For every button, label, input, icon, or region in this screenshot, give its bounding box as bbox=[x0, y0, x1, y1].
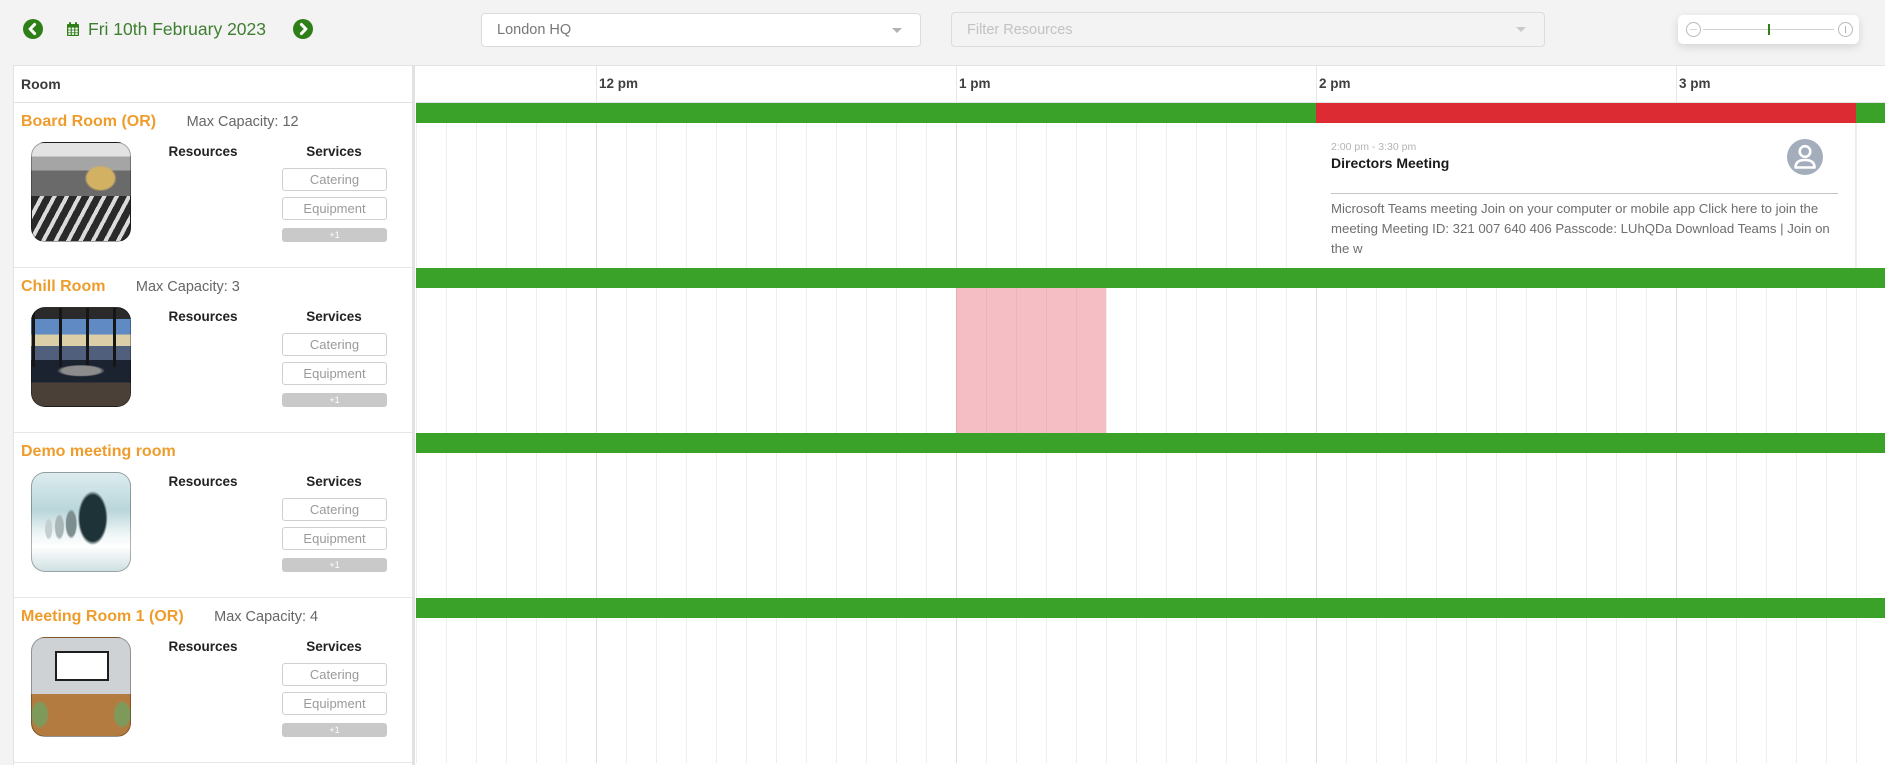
timeline-row bbox=[416, 598, 1885, 763]
room-column-header: Room bbox=[14, 66, 412, 103]
services-label: Services bbox=[306, 309, 362, 324]
plus-glyph bbox=[1845, 26, 1846, 33]
room-name[interactable]: Board Room (OR) bbox=[21, 113, 156, 130]
service-catering-button[interactable]: Catering bbox=[282, 498, 387, 521]
services-label: Services bbox=[306, 144, 362, 159]
room-capacity: Max Capacity: 12 bbox=[186, 114, 299, 130]
next-day-button[interactable] bbox=[293, 19, 313, 39]
room-row: Demo meeting room Resources Services Cat… bbox=[14, 433, 412, 598]
minus-glyph bbox=[1690, 29, 1697, 30]
zoom-out-icon[interactable] bbox=[1686, 22, 1701, 37]
resource-filter-select[interactable] bbox=[951, 12, 1545, 47]
room-row: Chill Room Max Capacity: 3 Resources Ser… bbox=[14, 268, 412, 433]
caret-down-icon bbox=[1516, 27, 1526, 32]
room-column: Room Board Room (OR) Max Capacity: 12 Re… bbox=[14, 66, 412, 765]
location-select[interactable]: London HQ bbox=[481, 13, 921, 47]
timeline: 12 pm 1 pm 2 pm 3 pm 2:00 pm - 3:30 pm Direc… bbox=[416, 66, 1885, 765]
timeline-row bbox=[416, 433, 1885, 598]
time-slot-grid[interactable] bbox=[416, 288, 1885, 433]
availability-bar-available[interactable] bbox=[416, 433, 1885, 453]
user-avatar-icon bbox=[1787, 139, 1823, 175]
location-select-value: London HQ bbox=[497, 22, 572, 38]
room-title: Chill Room Max Capacity: 3 bbox=[21, 277, 240, 297]
hour-label: 12 pm bbox=[599, 76, 639, 91]
zoom-slider-card bbox=[1678, 15, 1859, 44]
time-slot-grid[interactable] bbox=[416, 618, 1885, 763]
timeline-header: 12 pm 1 pm 2 pm 3 pm bbox=[416, 66, 1885, 103]
room-photo[interactable] bbox=[31, 307, 131, 407]
hour-label: 3 pm bbox=[1679, 76, 1711, 91]
room-title: Demo meeting room bbox=[21, 442, 202, 462]
service-catering-button[interactable]: Catering bbox=[282, 663, 387, 686]
availability-bar-available[interactable] bbox=[416, 268, 1885, 288]
room-photo[interactable] bbox=[31, 472, 131, 572]
booking-description: Microsoft Teams meeting Join on your com… bbox=[1331, 201, 1830, 256]
service-equipment-button[interactable]: Equipment bbox=[282, 197, 387, 220]
service-equipment-button[interactable]: Equipment bbox=[282, 692, 387, 715]
more-services-badge[interactable]: +1 bbox=[282, 723, 387, 737]
hour-gridline bbox=[956, 66, 957, 102]
calendar-icon bbox=[67, 22, 79, 36]
resource-filter-input[interactable] bbox=[967, 21, 1487, 38]
date-picker[interactable]: Fri 10th February 2023 bbox=[67, 18, 266, 40]
service-equipment-button[interactable]: Equipment bbox=[282, 362, 387, 385]
zoom-in-icon[interactable] bbox=[1838, 22, 1853, 37]
availability-bar-available[interactable] bbox=[416, 598, 1885, 618]
availability-bar-available[interactable] bbox=[1856, 103, 1885, 123]
hour-gridline bbox=[596, 66, 597, 102]
timeline-body: 2:00 pm - 3:30 pm Directors Meeting Micros… bbox=[416, 103, 1885, 765]
more-services-badge[interactable]: +1 bbox=[282, 558, 387, 572]
room-row: Board Room (OR) Max Capacity: 12 Resourc… bbox=[14, 103, 412, 268]
column-divider[interactable] bbox=[412, 66, 415, 765]
room-capacity: Max Capacity: 4 bbox=[214, 609, 319, 625]
room-title: Meeting Room 1 (OR) Max Capacity: 4 bbox=[21, 607, 318, 627]
timeline-row bbox=[416, 268, 1885, 433]
room-photo[interactable] bbox=[31, 142, 131, 242]
more-services-badge[interactable]: +1 bbox=[282, 228, 387, 242]
service-equipment-button[interactable]: Equipment bbox=[282, 527, 387, 550]
services-label: Services bbox=[306, 474, 362, 489]
resources-label: Resources bbox=[168, 144, 238, 159]
timeline-row: 2:00 pm - 3:30 pm Directors Meeting Micros… bbox=[416, 103, 1885, 268]
chevron-right-circle-icon bbox=[293, 19, 313, 39]
resources-label: Resources bbox=[168, 474, 238, 489]
services-label: Services bbox=[306, 639, 362, 654]
booking-card[interactable]: 2:00 pm - 3:30 pm Directors Meeting Micros… bbox=[1316, 123, 1856, 268]
room-title: Board Room (OR) Max Capacity: 12 bbox=[21, 112, 299, 132]
chevron-left-circle-icon bbox=[23, 19, 43, 39]
resources-label: Resources bbox=[168, 639, 238, 654]
availability-bar-booked[interactable] bbox=[1316, 103, 1856, 123]
caret-down-icon bbox=[892, 28, 902, 33]
zoom-slider-thumb[interactable] bbox=[1767, 24, 1770, 35]
booking-time: 2:00 pm - 3:30 pm bbox=[1331, 141, 1417, 153]
booking-divider bbox=[1331, 193, 1838, 194]
previous-day-button[interactable] bbox=[23, 19, 43, 39]
booking-title[interactable]: Directors Meeting bbox=[1331, 154, 1449, 172]
unavailable-block[interactable] bbox=[956, 288, 1106, 433]
hour-gridline bbox=[1316, 66, 1317, 102]
availability-bar-available[interactable] bbox=[416, 103, 1316, 123]
service-catering-button[interactable]: Catering bbox=[282, 168, 387, 191]
room-row: Meeting Room 1 (OR) Max Capacity: 4 Reso… bbox=[14, 598, 412, 763]
zoom-slider-track[interactable] bbox=[1703, 24, 1834, 35]
service-catering-button[interactable]: Catering bbox=[282, 333, 387, 356]
resources-label: Resources bbox=[168, 309, 238, 324]
room-name[interactable]: Meeting Room 1 (OR) bbox=[21, 608, 184, 625]
room-capacity: Max Capacity: 3 bbox=[135, 279, 240, 295]
hour-gridline bbox=[1676, 66, 1677, 102]
hour-label: 1 pm bbox=[959, 76, 991, 91]
time-slot-grid[interactable] bbox=[416, 453, 1885, 598]
room-photo[interactable] bbox=[31, 637, 131, 737]
organizer-avatar[interactable] bbox=[1787, 139, 1823, 175]
more-services-badge[interactable]: +1 bbox=[282, 393, 387, 407]
room-name[interactable]: Chill Room bbox=[21, 278, 105, 295]
current-date-label[interactable]: Fri 10th February 2023 bbox=[88, 19, 266, 40]
room-scheduler: Room Board Room (OR) Max Capacity: 12 Re… bbox=[13, 65, 1885, 765]
hour-label: 2 pm bbox=[1319, 76, 1351, 91]
room-name[interactable]: Demo meeting room bbox=[21, 443, 176, 460]
